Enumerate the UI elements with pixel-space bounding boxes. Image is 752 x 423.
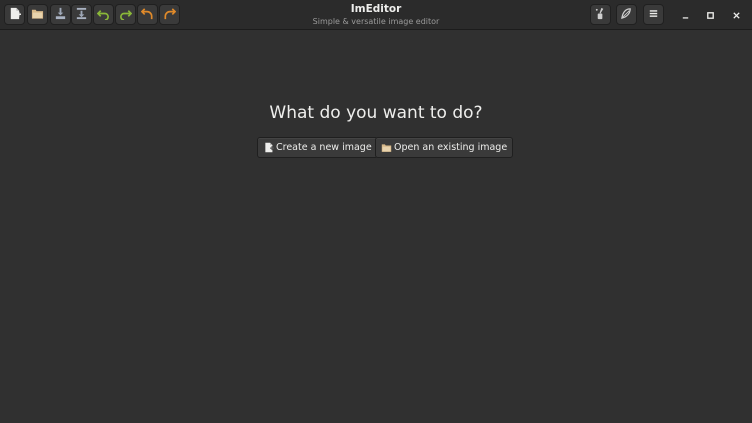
app-title: ImEditor bbox=[350, 3, 402, 15]
header-bar: ImEditor Simple & versatile image editor bbox=[0, 0, 752, 30]
app-window: ImEditor Simple & versatile image editor bbox=[0, 0, 752, 423]
app-subtitle: Simple & versatile image editor bbox=[312, 17, 440, 26]
create-new-image-button[interactable]: Create a new image bbox=[257, 137, 378, 158]
minimize-icon bbox=[681, 5, 690, 24]
rotate-left-button[interactable] bbox=[137, 4, 158, 25]
save-button[interactable] bbox=[50, 4, 71, 25]
maximize-button[interactable] bbox=[702, 6, 719, 23]
paint-tool-icon bbox=[594, 5, 607, 24]
new-image-icon bbox=[8, 5, 21, 24]
open-existing-image-label: Open an existing image bbox=[394, 142, 508, 153]
redo-icon bbox=[119, 5, 133, 24]
open-existing-image-button[interactable]: Open an existing image bbox=[375, 137, 514, 158]
filter-icon bbox=[620, 5, 633, 24]
open-folder-icon bbox=[381, 142, 392, 153]
welcome-question: What do you want to do? bbox=[269, 103, 483, 123]
create-new-image-label: Create a new image bbox=[276, 142, 372, 153]
main-menu-button[interactable] bbox=[643, 4, 664, 25]
undo-icon bbox=[96, 5, 110, 24]
rotate-left-icon bbox=[140, 5, 154, 24]
filter-button[interactable] bbox=[616, 4, 637, 25]
open-folder-icon bbox=[31, 5, 44, 24]
rotate-right-button[interactable] bbox=[159, 4, 180, 25]
save-as-button[interactable] bbox=[71, 4, 92, 25]
minimize-button[interactable] bbox=[677, 6, 694, 23]
open-image-button[interactable] bbox=[27, 4, 48, 25]
redo-button[interactable] bbox=[115, 4, 136, 25]
rotate-right-icon bbox=[163, 5, 177, 24]
title-block: ImEditor Simple & versatile image editor bbox=[250, 3, 502, 27]
close-icon bbox=[732, 5, 741, 24]
close-button[interactable] bbox=[728, 6, 745, 23]
undo-button[interactable] bbox=[93, 4, 114, 25]
new-image-button[interactable] bbox=[4, 4, 25, 25]
maximize-icon bbox=[706, 5, 715, 24]
save-as-icon bbox=[75, 5, 88, 24]
paint-tool-button[interactable] bbox=[590, 4, 611, 25]
hamburger-menu-icon bbox=[647, 5, 660, 24]
new-image-icon bbox=[263, 142, 274, 153]
save-icon bbox=[54, 5, 67, 24]
